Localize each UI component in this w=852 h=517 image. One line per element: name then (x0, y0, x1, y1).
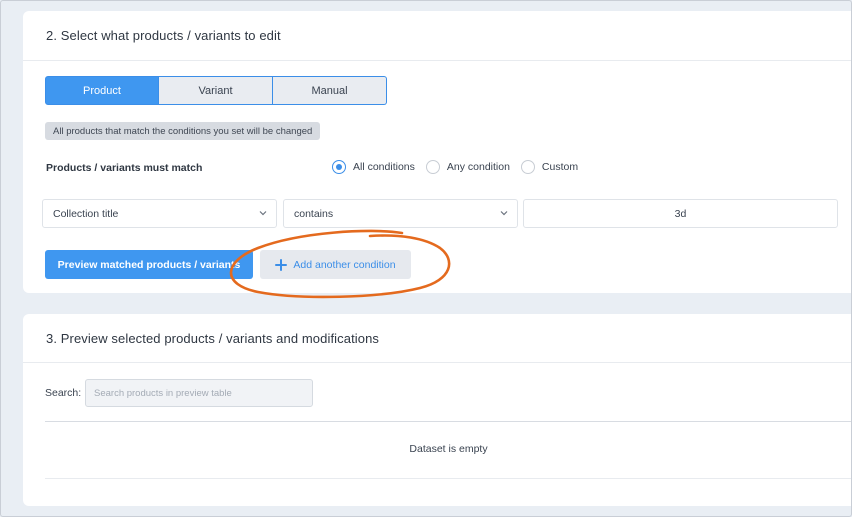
search-input[interactable] (85, 379, 313, 407)
section-title: 3. Preview selected products / variants … (46, 331, 380, 346)
divider (23, 362, 852, 363)
match-label: Products / variants must match (46, 162, 203, 174)
select-value: Collection title (53, 207, 119, 220)
tab-product[interactable]: Product (45, 76, 159, 105)
radio-custom[interactable]: Custom (520, 160, 579, 174)
condition-operator-select[interactable]: contains (283, 199, 518, 228)
info-note: All products that match the conditions y… (45, 122, 321, 140)
divider (23, 60, 852, 61)
radio-any-condition[interactable]: Any condition (425, 160, 510, 174)
condition-value-input[interactable]: 3d (523, 199, 838, 228)
tab-variant[interactable]: Variant (159, 76, 273, 105)
preview-section: 3. Preview selected products / variants … (23, 314, 852, 506)
select-value: contains (294, 207, 334, 220)
match-radio-group: All conditions Any condition Custom (332, 160, 589, 174)
search-label: Search: (45, 387, 82, 399)
chevron-down-icon (259, 211, 267, 216)
empty-state-text: Dataset is empty (409, 443, 488, 455)
radio-label: Any condition (446, 161, 510, 173)
radio-all-conditions[interactable]: All conditions (332, 160, 415, 174)
mode-tabs: Product Variant Manual (45, 76, 387, 105)
select-products-section: 2. Select what products / variants to ed… (23, 11, 852, 293)
condition-field-select[interactable]: Collection title (42, 199, 277, 228)
radio-selected-icon (332, 160, 346, 174)
radio-label: All conditions (353, 161, 415, 173)
tab-manual[interactable]: Manual (273, 76, 387, 105)
radio-unselected-icon (520, 160, 535, 174)
section-title: 2. Select what products / variants to ed… (46, 28, 281, 43)
table-header-rule (45, 421, 852, 422)
add-condition-button[interactable]: Add another condition (260, 250, 411, 279)
radio-label: Custom (541, 161, 579, 173)
table-bottom-rule (45, 478, 852, 479)
preview-matched-button[interactable]: Preview matched products / variants (45, 250, 253, 279)
radio-unselected-icon (425, 160, 440, 174)
add-condition-label: Add another condition (293, 258, 396, 271)
chevron-down-icon (500, 211, 508, 216)
plus-icon (275, 258, 288, 271)
